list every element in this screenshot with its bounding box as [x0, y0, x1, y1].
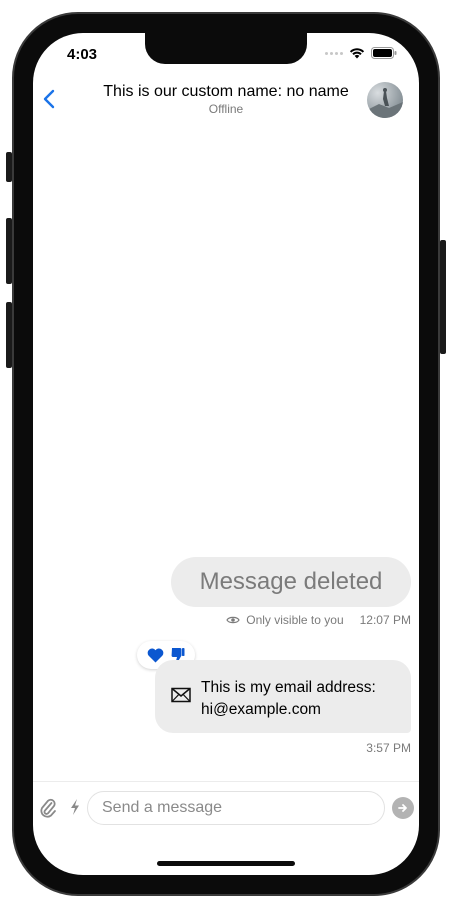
- avatar[interactable]: [367, 82, 403, 118]
- email-message-line1: This is my email address:: [201, 679, 376, 696]
- deleted-message-bubble[interactable]: Message deleted: [171, 557, 411, 607]
- composer-divider: [33, 781, 419, 782]
- home-indicator: [157, 861, 295, 866]
- channel-header: This is our custom name: no name Offline: [73, 83, 379, 116]
- wifi-icon: [349, 48, 365, 59]
- email-address-link[interactable]: hi@example.com: [201, 699, 376, 721]
- deleted-message-meta: Only visible to you 12:07 PM: [226, 613, 411, 627]
- notch: [145, 33, 307, 64]
- heart-icon[interactable]: [147, 648, 164, 663]
- lightning-icon[interactable]: [69, 798, 81, 816]
- send-arrow-icon: [398, 804, 407, 812]
- channel-title: This is our custom name: no name: [103, 83, 349, 100]
- message-timestamp: 3:57 PM: [366, 741, 411, 755]
- envelope-icon: [171, 687, 191, 703]
- visibility-note: Only visible to you: [246, 613, 344, 627]
- back-button[interactable]: [37, 85, 63, 113]
- screen: 4:03 This is our custom name: no name Of…: [33, 33, 419, 875]
- chevron-left-icon: [43, 89, 55, 109]
- message-timestamp: 12:07 PM: [359, 613, 411, 627]
- paperclip-icon[interactable]: [39, 797, 57, 819]
- cellular-signal-icon: [325, 51, 343, 55]
- message-input[interactable]: [87, 791, 385, 825]
- power-button: [440, 240, 446, 354]
- email-message-bubble[interactable]: This is my email address: hi@example.com: [155, 660, 411, 733]
- status-icons: [325, 47, 397, 59]
- email-message-text: This is my email address: hi@example.com: [201, 677, 376, 721]
- eye-icon: [226, 616, 240, 624]
- battery-icon: [371, 47, 397, 59]
- channel-status: Offline: [208, 102, 244, 116]
- status-time: 4:03: [67, 46, 98, 63]
- avatar-image: [367, 88, 403, 118]
- deleted-message-text: Message deleted: [199, 568, 383, 595]
- send-button[interactable]: [392, 797, 414, 819]
